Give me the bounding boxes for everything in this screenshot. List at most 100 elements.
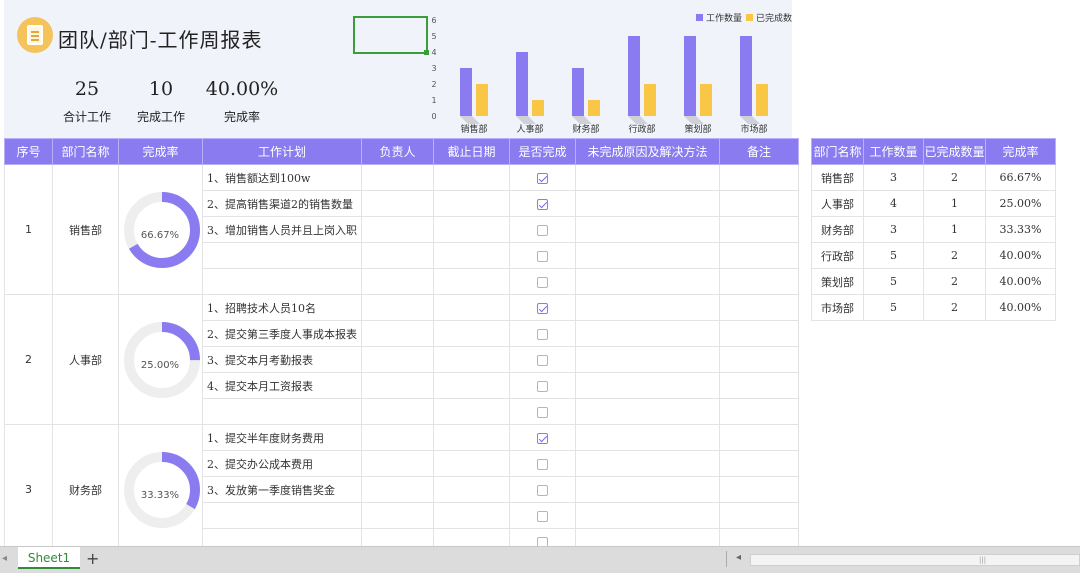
- row-index-cell[interactable]: 3: [4, 424, 53, 555]
- completed-cell[interactable]: [509, 242, 576, 269]
- completed-cell[interactable]: [509, 320, 576, 347]
- completed-cell[interactable]: [509, 294, 576, 321]
- work-plan-cell[interactable]: 3、发放第一季度销售奖金: [202, 476, 362, 503]
- notes-cell[interactable]: [719, 372, 799, 399]
- work-plan-cell[interactable]: 1、销售额达到100w: [202, 164, 362, 191]
- column-header[interactable]: 未完成原因及解决方法: [575, 138, 720, 165]
- notes-cell[interactable]: [719, 268, 799, 295]
- due-date-cell[interactable]: [433, 372, 510, 399]
- completed-cell[interactable]: [509, 216, 576, 243]
- summary-cell[interactable]: 行政部: [811, 242, 864, 269]
- owner-cell[interactable]: [361, 164, 434, 191]
- owner-cell[interactable]: [361, 502, 434, 529]
- due-date-cell[interactable]: [433, 476, 510, 503]
- column-header[interactable]: 部门名称: [52, 138, 119, 165]
- owner-cell[interactable]: [361, 268, 434, 295]
- column-header[interactable]: 工作计划: [202, 138, 362, 165]
- summary-cell[interactable]: 5: [863, 268, 924, 295]
- notes-cell[interactable]: [719, 398, 799, 425]
- reason-cell[interactable]: [575, 502, 720, 529]
- checkbox-checked[interactable]: [537, 302, 548, 314]
- checkbox-unchecked[interactable]: [537, 328, 548, 340]
- summary-cell[interactable]: 市场部: [811, 294, 864, 321]
- summary-cell[interactable]: 2: [923, 294, 986, 321]
- checkbox-unchecked[interactable]: [537, 458, 548, 470]
- summary-cell[interactable]: 5: [863, 242, 924, 269]
- notes-cell[interactable]: [719, 502, 799, 529]
- work-plan-cell[interactable]: 2、提交办公成本费用: [202, 450, 362, 477]
- owner-cell[interactable]: [361, 398, 434, 425]
- notes-cell[interactable]: [719, 216, 799, 243]
- checkbox-unchecked[interactable]: [537, 484, 548, 496]
- summary-cell[interactable]: 40.00%: [985, 242, 1056, 269]
- notes-cell[interactable]: [719, 294, 799, 321]
- work-plan-cell[interactable]: [202, 268, 362, 295]
- reason-cell[interactable]: [575, 190, 720, 217]
- summary-cell[interactable]: 人事部: [811, 190, 864, 217]
- completed-cell[interactable]: [509, 502, 576, 529]
- summary-cell[interactable]: 销售部: [811, 164, 864, 191]
- reason-cell[interactable]: [575, 320, 720, 347]
- owner-cell[interactable]: [361, 216, 434, 243]
- checkbox-unchecked[interactable]: [537, 276, 548, 288]
- owner-cell[interactable]: [361, 450, 434, 477]
- reason-cell[interactable]: [575, 372, 720, 399]
- checkbox-unchecked[interactable]: [537, 510, 548, 522]
- work-plan-cell[interactable]: 1、提交半年度财务费用: [202, 424, 362, 451]
- summary-cell[interactable]: 33.33%: [985, 216, 1056, 243]
- completed-cell[interactable]: [509, 164, 576, 191]
- column-header[interactable]: 负责人: [361, 138, 434, 165]
- due-date-cell[interactable]: [433, 398, 510, 425]
- completion-rate-cell[interactable]: 25.00%: [118, 294, 203, 425]
- summary-cell[interactable]: 25.00%: [985, 190, 1056, 217]
- summary-cell[interactable]: 2: [923, 242, 986, 269]
- summary-cell[interactable]: 1: [923, 216, 986, 243]
- scroll-left-arrow-icon[interactable]: ◂: [736, 552, 741, 563]
- due-date-cell[interactable]: [433, 216, 510, 243]
- notes-cell[interactable]: [719, 242, 799, 269]
- summary-cell[interactable]: 4: [863, 190, 924, 217]
- summary-cell[interactable]: 财务部: [811, 216, 864, 243]
- due-date-cell[interactable]: [433, 294, 510, 321]
- owner-cell[interactable]: [361, 242, 434, 269]
- owner-cell[interactable]: [361, 424, 434, 451]
- summary-cell[interactable]: 2: [923, 164, 986, 191]
- checkbox-unchecked[interactable]: [537, 406, 548, 418]
- completed-cell[interactable]: [509, 372, 576, 399]
- owner-cell[interactable]: [361, 476, 434, 503]
- summary-cell[interactable]: 66.67%: [985, 164, 1056, 191]
- summary-column-header[interactable]: 工作数量: [863, 138, 924, 165]
- summary-cell[interactable]: 3: [863, 216, 924, 243]
- scrollbar-grip-icon[interactable]: |||: [979, 556, 986, 564]
- department-cell[interactable]: 人事部: [52, 294, 119, 425]
- checkbox-unchecked[interactable]: [537, 380, 548, 392]
- add-sheet-button[interactable]: +: [86, 549, 99, 568]
- work-plan-cell[interactable]: [202, 502, 362, 529]
- completed-cell[interactable]: [509, 476, 576, 503]
- department-cell[interactable]: 销售部: [52, 164, 119, 295]
- horizontal-scrollbar[interactable]: |||: [750, 554, 1080, 566]
- completed-cell[interactable]: [509, 398, 576, 425]
- summary-cell[interactable]: 1: [923, 190, 986, 217]
- notes-cell[interactable]: [719, 164, 799, 191]
- owner-cell[interactable]: [361, 346, 434, 373]
- reason-cell[interactable]: [575, 164, 720, 191]
- selected-cell[interactable]: [353, 16, 428, 54]
- due-date-cell[interactable]: [433, 502, 510, 529]
- reason-cell[interactable]: [575, 424, 720, 451]
- summary-column-header[interactable]: 完成率: [985, 138, 1056, 165]
- work-plan-cell[interactable]: 3、增加销售人员并且上岗入职: [202, 216, 362, 243]
- summary-column-header[interactable]: 部门名称: [811, 138, 864, 165]
- work-plan-cell[interactable]: 2、提交第三季度人事成本报表: [202, 320, 362, 347]
- row-index-cell[interactable]: 2: [4, 294, 53, 425]
- summary-cell[interactable]: 5: [863, 294, 924, 321]
- due-date-cell[interactable]: [433, 164, 510, 191]
- summary-column-header[interactable]: 已完成数量: [923, 138, 986, 165]
- completed-cell[interactable]: [509, 346, 576, 373]
- owner-cell[interactable]: [361, 190, 434, 217]
- due-date-cell[interactable]: [433, 268, 510, 295]
- owner-cell[interactable]: [361, 320, 434, 347]
- department-cell[interactable]: 财务部: [52, 424, 119, 555]
- owner-cell[interactable]: [361, 372, 434, 399]
- tab-sheet1[interactable]: Sheet1: [18, 547, 80, 569]
